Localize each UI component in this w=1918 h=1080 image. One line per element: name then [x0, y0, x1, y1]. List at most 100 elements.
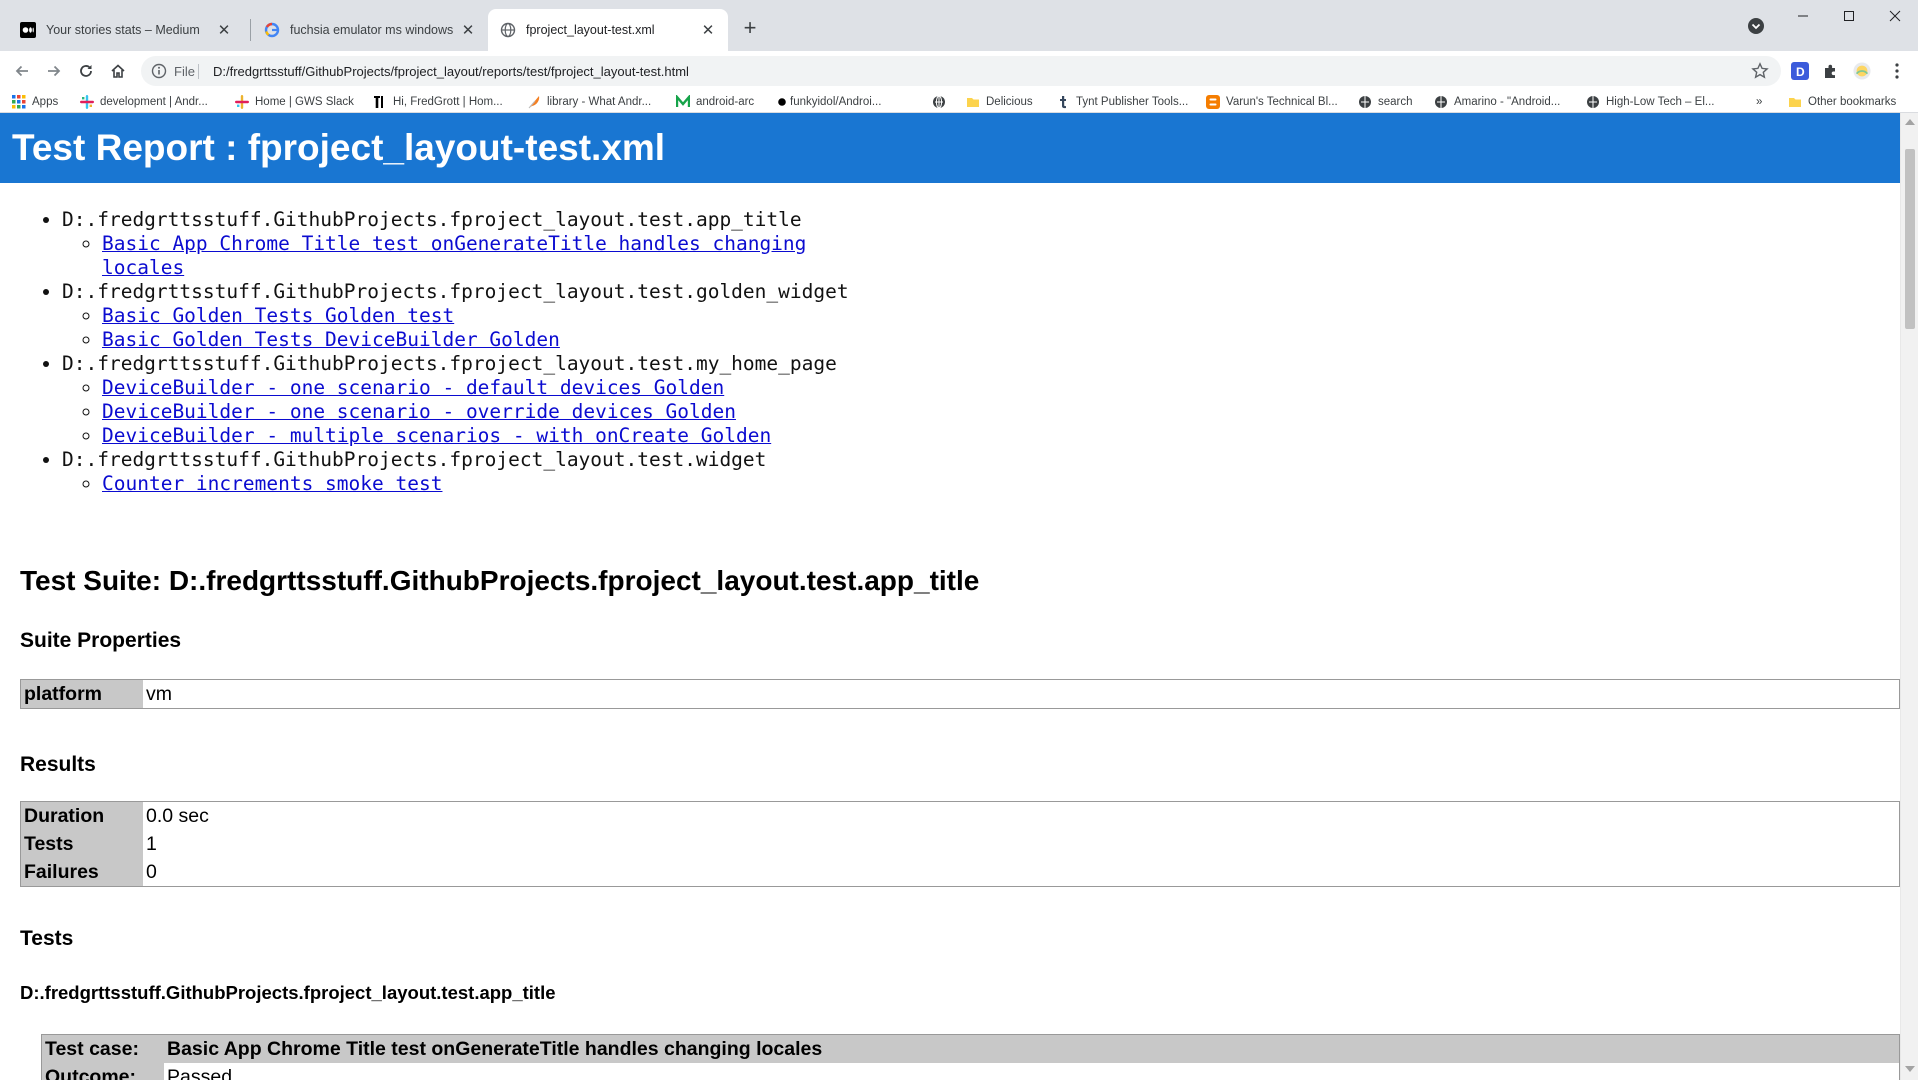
scroll-up-arrow-icon[interactable]	[1905, 119, 1915, 125]
toc-item: DeviceBuilder - one scenario - default d…	[102, 376, 849, 400]
test-case-table: Test case: Basic App Chrome Title test o…	[41, 1034, 1900, 1080]
browser-toolbar: File D:/fredgrttsstuff/GithubProjects/fp…	[0, 51, 1918, 91]
extension-d-icon[interactable]: D	[1791, 62, 1809, 80]
bookmark-library[interactable]: library - What Andr...	[527, 93, 651, 111]
minimize-button[interactable]	[1780, 0, 1826, 32]
globe-icon	[500, 22, 516, 38]
scrollbar-thumb[interactable]	[1905, 149, 1915, 329]
home-button[interactable]	[104, 57, 132, 85]
toc-group: D:.fredgrttsstuff.GithubProjects.fprojec…	[62, 208, 849, 280]
bookmark-gws-slack[interactable]: Home | GWS Slack	[235, 93, 354, 111]
toc-link[interactable]: Counter increments smoke test	[102, 472, 442, 495]
reload-icon	[80, 65, 92, 77]
url-text[interactable]: D:/fredgrttsstuff/GithubProjects/fprojec…	[213, 64, 689, 79]
bookmark-label: library - What Andr...	[547, 96, 652, 108]
bookmark-apps[interactable]: Apps	[12, 93, 58, 111]
close-tab-icon[interactable]: ✕	[216, 22, 232, 39]
report-header: Test Report : fproject_layout-test.xml	[0, 113, 1900, 183]
bookmark-funkyidol[interactable]: funkyidol/Androi...	[778, 93, 881, 111]
suite-properties-heading: Suite Properties	[20, 629, 182, 652]
close-tab-icon[interactable]: ✕	[460, 22, 476, 39]
results-heading: Results	[20, 753, 96, 776]
tab-title: fuchsia emulator ms windows gi...	[290, 23, 454, 37]
bookmark-fredgrott[interactable]: Hi, FredGrott | Hom...	[373, 93, 503, 111]
bookmark-label: funkyidol/Androi...	[790, 96, 882, 108]
toc-group: D:.fredgrttsstuff.GithubProjects.fprojec…	[62, 280, 849, 352]
apps-grid-icon	[12, 95, 26, 109]
result-value: 0.0 sec	[146, 804, 209, 827]
vertical-scrollbar[interactable]	[1900, 113, 1918, 1080]
svg-text:D: D	[1796, 65, 1805, 79]
tab-title: fproject_layout-test.xml	[526, 23, 655, 37]
bookmark-label: Amarino - "Android...	[1454, 96, 1561, 108]
google-icon	[264, 22, 280, 38]
toc-group-label: D:.fredgrttsstuff.GithubProjects.fprojec…	[62, 280, 849, 303]
tumblr-icon	[1056, 95, 1070, 109]
bookmark-globe[interactable]	[932, 93, 952, 111]
table-row: Failures 0	[21, 858, 1899, 886]
github-icon	[778, 95, 786, 109]
toc-link-text-2: locales	[102, 256, 185, 279]
reload-button[interactable]	[72, 57, 100, 85]
m-icon	[676, 95, 690, 109]
toc-link[interactable]: DeviceBuilder - multiple scenarios - wit…	[102, 424, 771, 447]
page-title: Test Report : fproject_layout-test.xml	[12, 127, 666, 168]
table-of-contents: D:.fredgrttsstuff.GithubProjects.fprojec…	[62, 208, 849, 496]
info-icon[interactable]	[151, 63, 167, 79]
tab-google-search[interactable]: fuchsia emulator ms windows gi... ✕	[252, 9, 488, 51]
back-button[interactable]	[8, 57, 36, 85]
property-value: vm	[146, 682, 172, 705]
toc-link[interactable]: Basic App Chrome Title test onGenerateTi…	[102, 232, 806, 279]
bookmark-varun[interactable]: Varun's Technical Bl...	[1206, 93, 1338, 111]
star-icon[interactable]	[1751, 62, 1769, 80]
result-label: Tests	[21, 830, 143, 858]
bookmark-high-low-tech[interactable]: High-Low Tech – El...	[1586, 93, 1714, 111]
toc-item: Basic Golden Tests Golden test	[102, 304, 849, 328]
test-case-label: Test case:	[42, 1035, 164, 1063]
forward-button[interactable]	[40, 57, 68, 85]
maximize-button[interactable]	[1826, 0, 1872, 32]
bookmark-search[interactable]: search	[1358, 93, 1413, 111]
toc-link[interactable]: Basic Golden Tests Golden test	[102, 304, 454, 327]
new-tab-button[interactable]: +	[736, 14, 764, 42]
feather-icon	[527, 95, 541, 109]
menu-kebab-icon[interactable]	[1888, 62, 1906, 80]
result-label: Duration	[21, 802, 143, 830]
scroll-down-arrow-icon[interactable]	[1905, 1066, 1915, 1072]
bookmark-android-arc[interactable]: android-arc	[676, 93, 754, 111]
bookmark-label: High-Low Tech – El...	[1606, 96, 1715, 108]
result-value: 1	[146, 832, 157, 855]
profile-avatar-icon[interactable]	[1853, 62, 1871, 80]
toc-link[interactable]: DeviceBuilder - one scenario - override …	[102, 400, 736, 423]
toc-link[interactable]: DeviceBuilder - one scenario - default d…	[102, 376, 724, 399]
tab-medium-stats[interactable]: Your stories stats – Medium ✕	[8, 9, 244, 51]
extensions-puzzle-icon[interactable]	[1822, 62, 1840, 80]
bookmark-label: Other bookmarks	[1808, 96, 1897, 108]
bookmark-delicious[interactable]: Delicious	[966, 93, 1033, 111]
toc-link[interactable]: Basic Golden Tests DeviceBuilder Golden	[102, 328, 560, 351]
address-bar[interactable]: File D:/fredgrttsstuff/GithubProjects/fp…	[141, 56, 1781, 86]
toc-item: DeviceBuilder - multiple scenarios - wit…	[102, 424, 849, 448]
close-tab-icon[interactable]: ✕	[700, 22, 716, 39]
properties-table: platform vm	[20, 679, 1900, 709]
results-table: Duration 0.0 sec Tests 1 Failures 0	[20, 801, 1900, 887]
tab-divider	[250, 19, 251, 41]
toc-item: DeviceBuilder - one scenario - override …	[102, 400, 849, 424]
toc-group-label: D:.fredgrttsstuff.GithubProjects.fprojec…	[62, 352, 837, 375]
close-window-button[interactable]	[1872, 0, 1918, 32]
bookmark-development[interactable]: development | Andr...	[80, 93, 208, 111]
result-value: 0	[146, 860, 157, 883]
bookmark-amarino[interactable]: Amarino - "Android...	[1434, 93, 1560, 111]
tests-group-heading: D:.fredgrttsstuff.GithubProjects.fprojec…	[20, 982, 556, 1003]
tab-search-icon[interactable]	[1746, 16, 1766, 36]
toc-link-text-1: Basic App Chrome Title test onGenerateTi…	[102, 232, 807, 255]
slack-icon	[235, 95, 249, 109]
bookmark-other[interactable]: Other bookmarks	[1788, 93, 1896, 111]
bookmark-tynt[interactable]: Tynt Publisher Tools...	[1056, 93, 1188, 111]
bookmark-label: Apps	[32, 96, 59, 108]
bookmarks-overflow-button[interactable]: »	[1756, 93, 1762, 111]
bookmark-label: Tynt Publisher Tools...	[1076, 96, 1189, 108]
medium-icon	[20, 22, 36, 38]
table-row: Test case: Basic App Chrome Title test o…	[42, 1035, 1899, 1063]
tab-report[interactable]: fproject_layout-test.xml ✕	[488, 9, 728, 51]
